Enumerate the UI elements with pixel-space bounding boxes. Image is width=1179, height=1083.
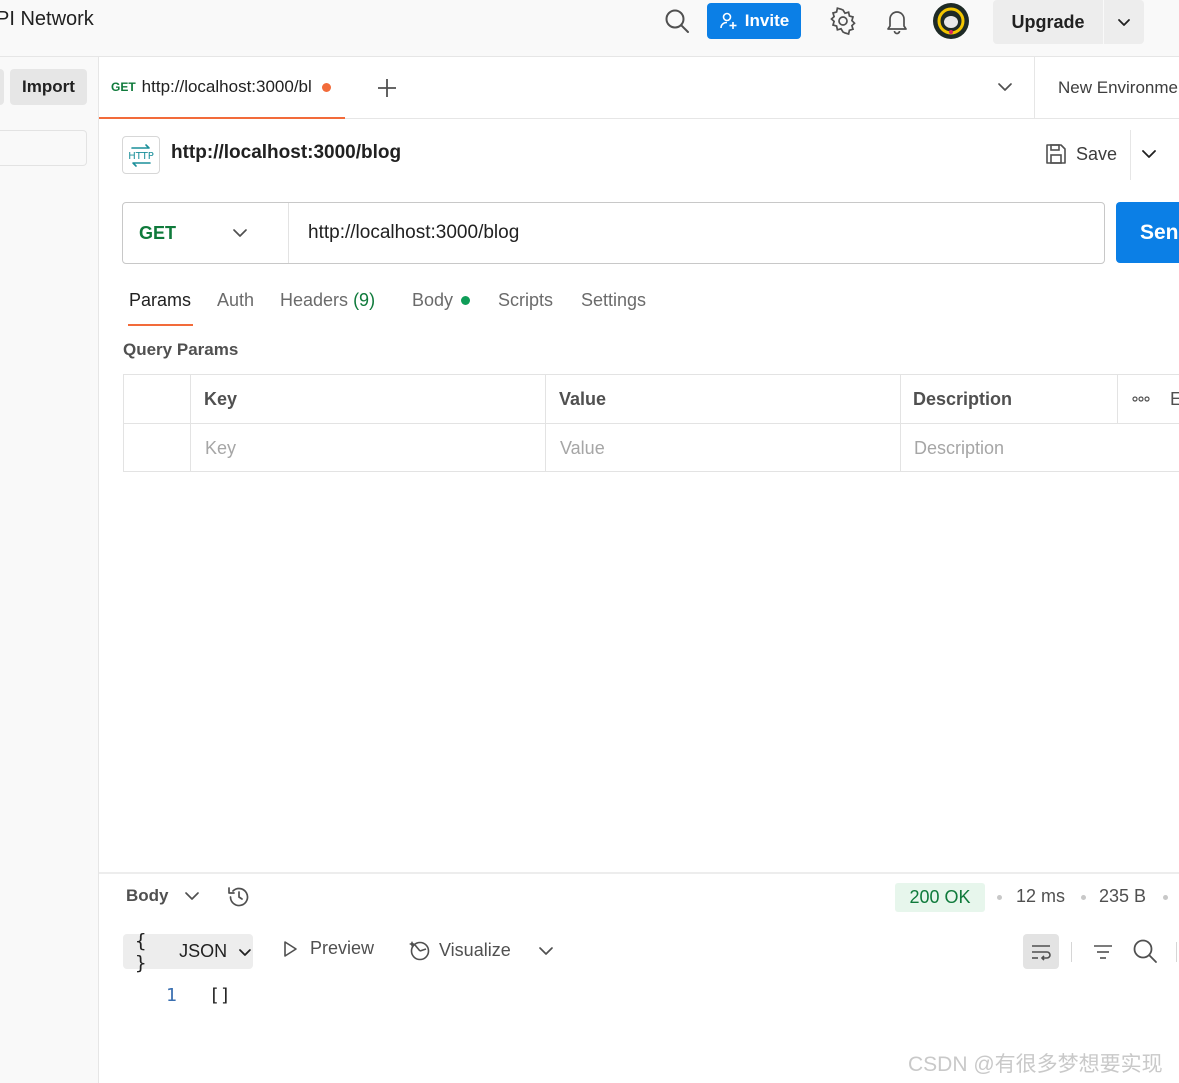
divider — [1034, 57, 1035, 119]
more-options-icon[interactable] — [1132, 375, 1152, 423]
tab-body[interactable]: Body — [412, 290, 471, 311]
tab-headers[interactable]: Headers (9) — [280, 290, 375, 311]
http-request-icon: HTTP — [122, 136, 160, 174]
tab-bar: GET http://localhost:3000/bl New Environ… — [99, 57, 1179, 119]
gear-icon[interactable] — [829, 7, 857, 35]
new-tab-button[interactable] — [374, 75, 400, 101]
body-set-indicator — [461, 296, 471, 305]
params-table: Key Value Description E Key Value Descri… — [123, 374, 1179, 472]
chevron-down-icon — [1118, 19, 1130, 26]
upgrade-button[interactable]: Upgrade — [993, 0, 1103, 44]
history-icon[interactable] — [226, 884, 252, 910]
import-button[interactable]: Import — [10, 69, 87, 105]
watermark: CSDN @有很多梦想要实现 — [908, 1053, 1163, 1076]
send-button[interactable]: Sen — [1116, 202, 1179, 263]
chevron-down-icon — [239, 948, 251, 956]
format-label: JSON — [179, 941, 228, 961]
query-params-heading: Query Params — [123, 340, 239, 359]
bell-icon[interactable] — [884, 7, 910, 35]
param-enable-checkbox[interactable] — [124, 424, 190, 472]
unsaved-indicator — [321, 82, 331, 92]
tab-request[interactable]: GET http://localhost:3000/bl — [99, 57, 345, 119]
sidebar-search-input[interactable] — [0, 130, 87, 166]
invite-button[interactable]: Invite — [707, 3, 801, 39]
url-bar: GET http://localhost:3000/blog — [122, 202, 1105, 264]
tab-settings[interactable]: Settings — [581, 290, 646, 311]
save-label: Save — [1076, 143, 1118, 164]
column-header-value: Value — [559, 388, 607, 409]
response-pane-divider[interactable] — [99, 872, 1179, 874]
tabs-dropdown-button[interactable] — [995, 77, 1015, 97]
json-braces-icon: { } — [135, 929, 147, 974]
plus-icon — [378, 79, 396, 97]
response-format-select[interactable]: { } JSON — [123, 930, 253, 974]
active-tab-indicator — [128, 324, 193, 326]
visualize-menu-button[interactable] — [537, 942, 555, 960]
column-header-description: Description — [913, 388, 1013, 409]
tab-auth[interactable]: Auth — [217, 290, 254, 311]
status-badge[interactable]: 200 OK — [895, 883, 985, 912]
search-icon[interactable] — [1132, 938, 1158, 964]
chevron-down-icon — [233, 229, 247, 237]
chevron-down-icon — [184, 892, 199, 900]
tab-scripts[interactable]: Scripts — [498, 290, 553, 311]
save-button[interactable]: Save — [1044, 142, 1117, 166]
column-divider — [1117, 375, 1118, 423]
chevron-down-icon — [998, 83, 1012, 91]
tab-params[interactable]: Params — [129, 290, 191, 311]
url-input[interactable]: http://localhost:3000/blog — [308, 203, 519, 263]
chevron-down-icon — [1142, 150, 1156, 158]
wrap-lines-icon — [1032, 944, 1051, 961]
bulk-edit-button[interactable]: E — [1170, 375, 1179, 423]
tab-headers-label: Headers — [280, 290, 349, 310]
new-button[interactable] — [0, 69, 4, 105]
tab-title: http://localhost:3000/bl — [141, 77, 312, 96]
response-body-label: Body — [126, 886, 169, 905]
upgrade-menu-button[interactable] — [1104, 0, 1144, 44]
avatar[interactable] — [933, 3, 969, 39]
tab-body-label: Body — [412, 290, 454, 310]
separator-dot — [997, 895, 1002, 900]
response-body-selector[interactable]: Body — [126, 886, 201, 906]
invite-label: Invite — [744, 11, 790, 30]
chevron-down-icon — [539, 947, 553, 955]
response-body-code[interactable]: [] — [209, 985, 231, 1006]
visualize-button[interactable]: Visualize — [407, 938, 511, 962]
visualize-icon — [409, 941, 430, 961]
add-user-icon — [719, 12, 737, 29]
param-value-input[interactable]: Value — [560, 424, 890, 472]
param-key-input[interactable]: Key — [205, 424, 535, 472]
save-icon — [1046, 144, 1066, 164]
environment-selector[interactable]: New Environme — [1058, 57, 1178, 119]
filter-icon[interactable] — [1091, 940, 1115, 964]
preview-button[interactable]: Preview — [280, 938, 374, 959]
method-label: GET — [139, 222, 177, 243]
response-size[interactable]: 235 B — [1099, 886, 1146, 907]
column-header-key: Key — [204, 388, 238, 409]
svg-text:HTTP: HTTP — [128, 151, 154, 162]
separator-dot — [1081, 895, 1086, 900]
preview-label: Preview — [310, 938, 375, 958]
search-icon[interactable] — [664, 8, 690, 34]
top-bar: PI Network Invite Upgrade — [0, 0, 1179, 57]
response-time[interactable]: 12 ms — [1016, 886, 1065, 907]
separator-dot — [1163, 895, 1168, 900]
param-description-input[interactable]: Description — [914, 424, 1179, 472]
headers-count: (9) — [353, 290, 376, 310]
line-number: 1 — [166, 985, 177, 1006]
sidebar: Import — [0, 57, 99, 1083]
divider — [1176, 942, 1177, 962]
play-icon — [284, 940, 297, 957]
divider — [1130, 130, 1131, 180]
workspace-title[interactable]: PI Network — [0, 8, 94, 31]
wrap-lines-button[interactable] — [1023, 934, 1059, 969]
method-select[interactable]: GET — [123, 203, 289, 263]
visualize-label: Visualize — [439, 939, 511, 960]
tab-method-label: GET — [111, 80, 136, 94]
save-menu-button[interactable] — [1139, 144, 1159, 164]
divider — [1071, 942, 1072, 962]
request-name[interactable]: http://localhost:3000/blog — [171, 142, 401, 164]
